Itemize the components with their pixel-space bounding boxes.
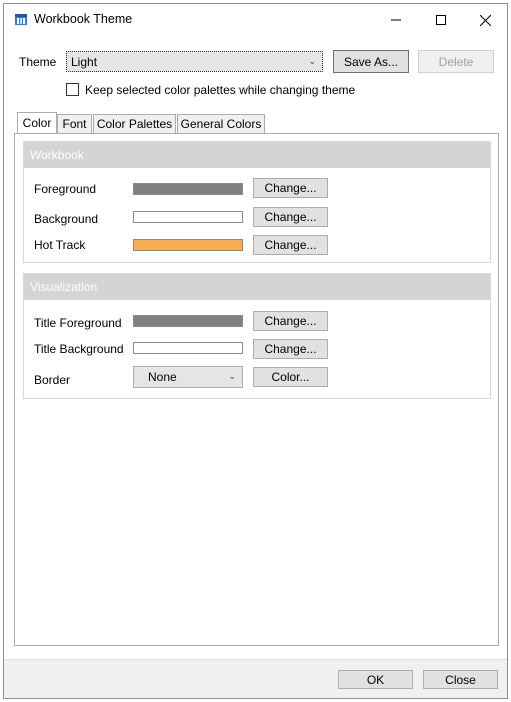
workbook-group-header: Workbook	[24, 142, 490, 168]
save-as-button[interactable]: Save As...	[333, 50, 409, 73]
hot-track-change-button[interactable]: Change...	[253, 235, 328, 255]
foreground-swatch	[133, 183, 243, 195]
visualization-group: Visualization Title Foreground Change...…	[23, 273, 491, 399]
tab-general-colors[interactable]: General Colors	[177, 114, 265, 133]
hot-track-label: Hot Track	[34, 238, 86, 252]
visualization-group-header: Visualization	[24, 274, 490, 300]
workbook-group: Workbook Foreground Change... Background…	[23, 141, 491, 263]
dialog-footer: OK Close	[4, 659, 507, 698]
maximize-button[interactable]	[418, 4, 463, 36]
minimize-icon	[390, 19, 401, 21]
title-foreground-swatch	[133, 315, 243, 327]
title-background-label: Title Background	[34, 342, 124, 356]
title-background-change-button[interactable]: Change...	[253, 339, 328, 359]
title-foreground-change-button[interactable]: Change...	[253, 311, 328, 331]
theme-select-value: Light	[71, 54, 98, 69]
ok-button[interactable]: OK	[338, 670, 413, 689]
delete-button[interactable]: Delete	[418, 50, 494, 73]
tab-color[interactable]: Color	[17, 112, 57, 133]
title-bar: Workbook Theme	[4, 4, 507, 36]
close-button[interactable]: Close	[423, 670, 498, 689]
title-foreground-label: Title Foreground	[34, 316, 122, 330]
border-label: Border	[34, 373, 71, 387]
keep-palettes-label: Keep selected color palettes while chang…	[85, 83, 356, 97]
maximize-icon	[435, 15, 446, 25]
foreground-label: Foreground	[34, 182, 97, 196]
border-color-button[interactable]: Color...	[253, 367, 328, 387]
workbook-theme-dialog: Workbook Theme Theme Light ⌄ Save As... …	[3, 3, 508, 699]
theme-select[interactable]: Light ⌄	[66, 51, 323, 72]
tab-font[interactable]: Font	[57, 114, 92, 133]
color-tab-panel: Workbook Foreground Change... Background…	[14, 133, 499, 646]
minimize-button[interactable]	[373, 4, 418, 36]
background-change-button[interactable]: Change...	[253, 207, 328, 227]
close-icon	[480, 14, 491, 26]
close-window-button[interactable]	[463, 4, 508, 36]
hot-track-swatch	[133, 239, 243, 251]
title-background-swatch	[133, 342, 243, 354]
window-title: Workbook Theme	[34, 12, 133, 26]
background-label: Background	[34, 212, 99, 226]
theme-label: Theme	[19, 55, 57, 69]
background-swatch	[133, 211, 243, 223]
tab-color-palettes[interactable]: Color Palettes	[93, 114, 176, 133]
chevron-down-icon: ⌄	[228, 370, 236, 381]
foreground-change-button[interactable]: Change...	[253, 178, 328, 198]
chevron-down-icon: ⌄	[308, 55, 316, 66]
border-select[interactable]: None ⌄	[133, 366, 243, 388]
workbook-icon	[14, 12, 28, 26]
keep-palettes-checkbox[interactable]	[66, 83, 79, 96]
border-select-value: None	[148, 370, 177, 384]
